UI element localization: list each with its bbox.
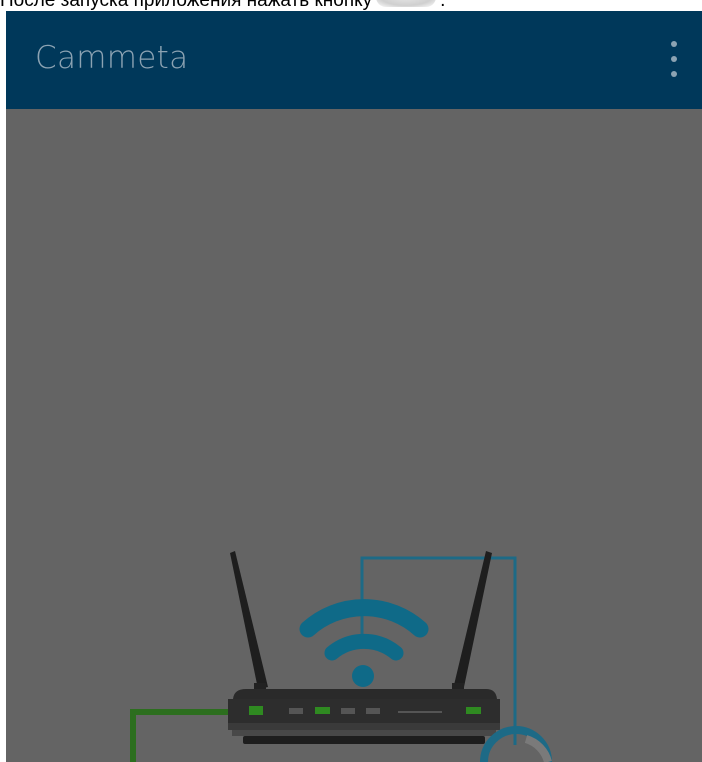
led-wan [466,707,481,714]
router-illustration [130,551,552,762]
antenna-left-icon [230,551,268,697]
wifi-icon [299,599,429,661]
phone-screen: Cammeta [6,11,702,762]
more-vertical-icon [671,41,677,47]
led-power [249,706,263,715]
green-cable [130,709,231,762]
document-caption: После запуска приложения нажать кнопку. [0,0,702,11]
led-wlan [315,707,330,714]
wifi-dot-icon [352,665,374,687]
router-body [228,689,500,744]
app-bar: Cammeta [6,11,702,109]
caption-suffix: . [440,0,446,11]
start-button-thumbnail-icon [376,0,437,7]
caption-text: После запуска приложения нажать кнопку [0,0,373,11]
antenna-right-icon [452,551,492,697]
overflow-menu-button[interactable] [662,41,686,77]
app-title: Cammeta [35,40,189,76]
